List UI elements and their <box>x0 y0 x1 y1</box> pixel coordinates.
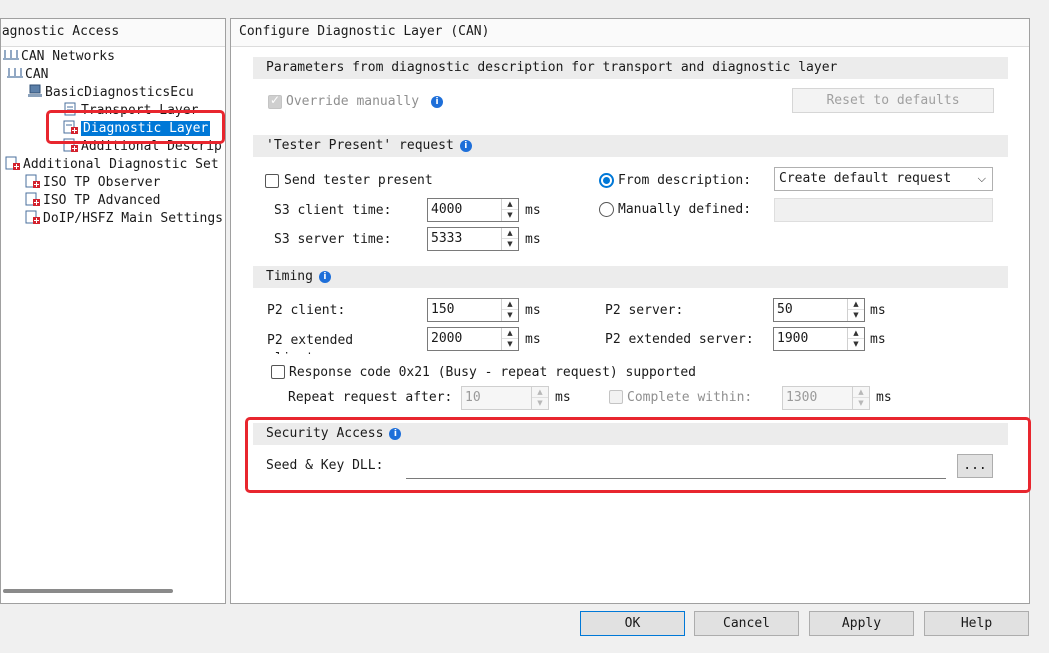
p2-extended-client-label: P2 extended client: <box>267 333 354 354</box>
document-diagnostic-icon <box>25 174 41 188</box>
config-header: Configure Diagnostic Layer (CAN) <box>231 19 1029 47</box>
highlight-box-tree <box>46 110 225 144</box>
response-code-label: Response code 0x21 (Busy - repeat reques… <box>289 365 696 380</box>
spin-up-icon[interactable]: ▲ <box>502 199 518 210</box>
s3-server-spinbox[interactable]: 5333 ▲ ▼ <box>427 227 519 251</box>
ms-unit: ms <box>876 390 892 405</box>
manual-request-field[interactable] <box>774 198 993 222</box>
p2-extended-server-label: P2 extended server: <box>605 332 754 347</box>
help-button[interactable]: Help <box>924 611 1029 636</box>
ms-unit: ms <box>525 203 541 218</box>
tree-item-iso-tp-advanced[interactable]: ISO TP Advanced <box>25 192 160 210</box>
chevron-down-icon: ⌵ <box>977 172 986 185</box>
ok-button[interactable]: OK <box>580 611 685 636</box>
spin-down-icon[interactable]: ▼ <box>848 310 864 321</box>
p2-server-label: P2 server: <box>605 303 684 318</box>
navigation-tree-panel: iagnostic Access CAN Networks CAN BasicD… <box>0 18 226 604</box>
repeat-request-spinbox[interactable]: 10 ▲ ▼ <box>461 386 549 410</box>
reset-defaults-button[interactable]: Reset to defaults <box>792 88 994 113</box>
spin-down-icon[interactable]: ▼ <box>848 339 864 350</box>
response-code-checkbox[interactable] <box>271 365 285 379</box>
spin-up-icon[interactable]: ▲ <box>848 328 864 339</box>
p2-extended-server-spinbox[interactable]: 1900 ▲ ▼ <box>773 327 865 351</box>
tree-item-doip-hsfz[interactable]: DoIP/HSFZ Main Settings <box>25 210 223 228</box>
tree-item-can[interactable]: CAN <box>7 66 48 84</box>
spin-down-icon[interactable]: ▼ <box>502 239 518 250</box>
ms-unit: ms <box>525 232 541 247</box>
spin-up-icon[interactable]: ▲ <box>848 299 864 310</box>
override-manually-label: Override manually <box>286 94 420 109</box>
tree-item-iso-tp-observer[interactable]: ISO TP Observer <box>25 174 160 192</box>
spin-down-icon[interactable]: ▼ <box>853 398 869 409</box>
manually-defined-radio[interactable] <box>599 202 614 217</box>
ms-unit: ms <box>870 303 886 318</box>
spin-up-icon[interactable]: ▲ <box>502 228 518 239</box>
info-icon: i <box>431 96 443 108</box>
tree-item-ecu[interactable]: BasicDiagnosticsEcu <box>27 84 194 102</box>
network-icon <box>3 48 19 62</box>
complete-within-checkbox[interactable] <box>609 390 623 404</box>
info-icon: i <box>318 271 331 283</box>
configuration-panel: Configure Diagnostic Layer (CAN) Paramet… <box>230 18 1031 604</box>
spin-down-icon[interactable]: ▼ <box>532 398 548 409</box>
config-title: Configure Diagnostic Layer (CAN) <box>239 24 490 39</box>
p2-extended-client-spinbox[interactable]: 2000 ▲ ▼ <box>427 327 519 351</box>
ms-unit: ms <box>525 303 541 318</box>
spin-up-icon[interactable]: ▲ <box>502 299 518 310</box>
network-icon <box>7 66 23 80</box>
spin-up-icon[interactable]: ▲ <box>532 387 548 398</box>
s3-server-label: S3 server time: <box>274 232 392 247</box>
cancel-button[interactable]: Cancel <box>694 611 799 636</box>
p2-server-spinbox[interactable]: 50 ▲ ▼ <box>773 298 865 322</box>
p2-client-spinbox[interactable]: 150 ▲ ▼ <box>427 298 519 322</box>
params-section-header: Parameters from diagnostic description f… <box>253 57 1008 79</box>
ms-unit: ms <box>870 332 886 347</box>
document-diagnostic-icon <box>5 156 21 170</box>
info-icon: i <box>459 140 472 152</box>
tree-item-can-networks[interactable]: CAN Networks <box>3 48 115 66</box>
document-diagnostic-icon <box>25 210 41 224</box>
override-manually-checkbox[interactable] <box>268 93 282 109</box>
spin-down-icon[interactable]: ▼ <box>502 310 518 321</box>
send-tester-present-label: Send tester present <box>284 173 433 188</box>
tree-header: iagnostic Access <box>0 19 225 47</box>
repeat-request-label: Repeat request after: <box>288 390 453 405</box>
p2-client-label: P2 client: <box>267 303 346 318</box>
ms-unit: ms <box>555 390 571 405</box>
document-diagnostic-icon <box>25 192 41 206</box>
spin-down-icon[interactable]: ▼ <box>502 339 518 350</box>
complete-within-spinbox[interactable]: 1300 ▲ ▼ <box>782 386 870 410</box>
from-description-radio[interactable] <box>599 173 614 188</box>
complete-within-label: Complete within: <box>627 390 753 405</box>
send-tester-present-checkbox[interactable] <box>265 174 279 188</box>
request-dropdown[interactable]: Create default request ⌵ <box>774 167 993 191</box>
highlight-box-security <box>245 417 1031 493</box>
ecu-icon <box>27 84 43 98</box>
s3-client-spinbox[interactable]: 4000 ▲ ▼ <box>427 198 519 222</box>
tree-title: iagnostic Access <box>0 24 120 39</box>
manually-defined-label: Manually defined: <box>618 202 752 217</box>
horizontal-scrollbar[interactable] <box>3 589 173 593</box>
spin-down-icon[interactable]: ▼ <box>502 210 518 221</box>
from-description-label: From description: <box>618 173 752 188</box>
spin-up-icon[interactable]: ▲ <box>502 328 518 339</box>
apply-button[interactable]: Apply <box>809 611 914 636</box>
tester-section-header: 'Tester Present' request i <box>253 135 1008 157</box>
tree-item-additional-diagnostic-settings[interactable]: Additional Diagnostic Set <box>5 156 219 174</box>
ms-unit: ms <box>525 332 541 347</box>
s3-client-label: S3 client time: <box>274 203 392 218</box>
timing-section-header: Timing i <box>253 266 1008 288</box>
spin-up-icon[interactable]: ▲ <box>853 387 869 398</box>
